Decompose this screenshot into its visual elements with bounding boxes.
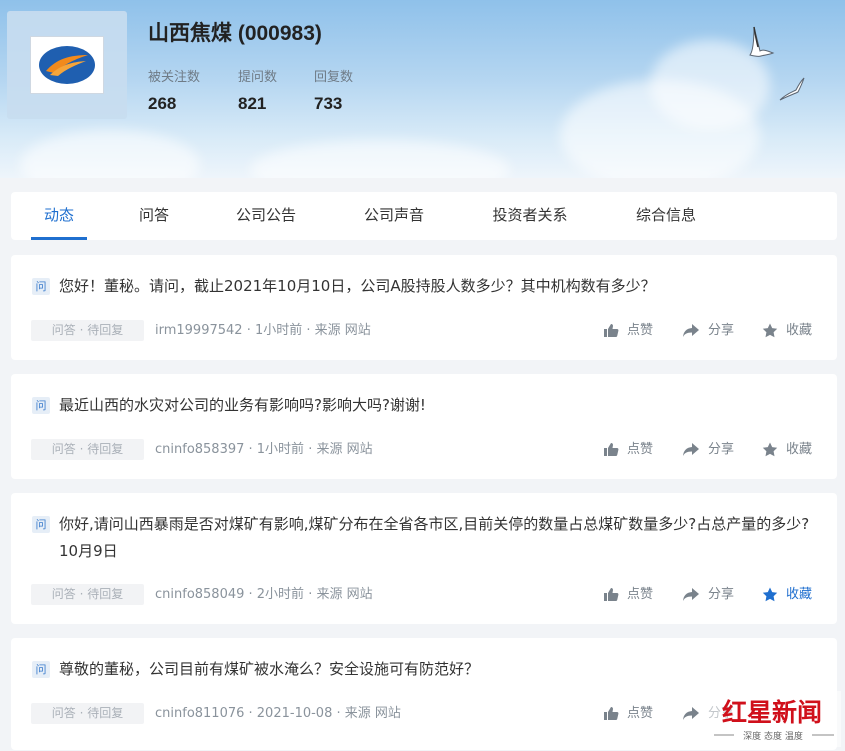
company-logo bbox=[7, 11, 127, 119]
stat-replies: 回复数 733 bbox=[314, 66, 353, 114]
share-label: 分享 bbox=[708, 587, 735, 602]
status-badge: 问答 · 待回复 bbox=[31, 584, 144, 605]
share-arrow-icon bbox=[683, 443, 699, 456]
stat-value: 733 bbox=[314, 94, 343, 113]
news-watermark-logo: 红星新闻 深度 态度 温度 bbox=[706, 691, 841, 747]
stat-label: 被关注数 bbox=[148, 70, 201, 85]
tab-general-info[interactable]: 综合信息 bbox=[629, 192, 703, 240]
share-label: 分享 bbox=[708, 323, 735, 338]
share-label: 分享 bbox=[708, 442, 735, 457]
tab-updates[interactable]: 动态 bbox=[31, 192, 87, 240]
question-meta: cninfo811076 · 2021-10-08 · 来源 网站 bbox=[155, 706, 401, 721]
star-icon bbox=[762, 323, 778, 338]
stat-label: 回复数 bbox=[314, 70, 354, 85]
tab-qa[interactable]: 问答 bbox=[129, 192, 179, 240]
like-label: 点赞 bbox=[627, 706, 654, 721]
share-arrow-icon bbox=[683, 707, 699, 720]
question-meta: cninfo858049 · 2小时前 · 来源 网站 bbox=[155, 587, 373, 602]
favorite-button[interactable]: 收藏 bbox=[762, 439, 812, 460]
like-label: 点赞 bbox=[627, 587, 654, 602]
company-name: 山西焦煤 (000983) bbox=[148, 22, 322, 45]
status-badge: 问答 · 待回复 bbox=[31, 439, 144, 460]
like-label: 点赞 bbox=[627, 323, 654, 338]
stat-followers: 被关注数 268 bbox=[148, 66, 200, 114]
question-card: 问 您好！董秘。请问，截止2021年10月10日，公司A股持股人数多少？其中机构… bbox=[11, 255, 837, 360]
thumbs-up-icon bbox=[604, 324, 619, 337]
tab-bar: 动态 问答 公司公告 公司声音 投资者关系 综合信息 bbox=[11, 192, 837, 240]
tab-company-voice[interactable]: 公司声音 bbox=[357, 192, 431, 240]
stat-label: 提问数 bbox=[238, 70, 278, 85]
stat-questions: 提问数 821 bbox=[238, 66, 277, 114]
like-button[interactable]: 点赞 bbox=[603, 320, 653, 341]
stat-value: 268 bbox=[148, 94, 177, 113]
question-badge: 问 bbox=[32, 397, 50, 414]
favorite-label: 收藏 bbox=[786, 587, 813, 602]
star-icon bbox=[762, 442, 778, 457]
favorite-button[interactable]: 收藏 bbox=[762, 320, 812, 341]
status-badge: 问答 · 待回复 bbox=[31, 320, 144, 341]
like-button[interactable]: 点赞 bbox=[603, 584, 653, 605]
like-label: 点赞 bbox=[627, 442, 654, 457]
cloud-decoration bbox=[20, 130, 200, 178]
cloud-decoration bbox=[250, 140, 510, 178]
seagull-icon bbox=[749, 26, 775, 57]
question-meta: irm19997542 · 1小时前 · 来源 网站 bbox=[155, 323, 371, 338]
watermark-subtitle: 深度 态度 温度 bbox=[743, 730, 803, 742]
watermark-title: 红星新闻 bbox=[722, 698, 822, 727]
question-text[interactable]: 您好！董秘。请问，截止2021年10月10日，公司A股持股人数多少？其中机构数有… bbox=[59, 273, 823, 300]
question-badge: 问 bbox=[32, 661, 50, 678]
question-card: 问 最近山西的水灾对公司的业务有影响吗?影响大吗?谢谢! 问答 · 待回复 cn… bbox=[11, 374, 837, 479]
thumbs-up-icon bbox=[604, 443, 619, 456]
company-logo-frame bbox=[30, 36, 104, 94]
star-filled-icon bbox=[762, 587, 778, 602]
question-badge: 问 bbox=[32, 516, 50, 533]
stat-value: 821 bbox=[238, 94, 267, 113]
thumbs-up-icon bbox=[604, 707, 619, 720]
company-logo-icon bbox=[39, 46, 95, 84]
share-arrow-icon bbox=[683, 588, 699, 601]
share-arrow-icon bbox=[683, 324, 699, 337]
like-button[interactable]: 点赞 bbox=[603, 439, 653, 460]
tab-investor-relations[interactable]: 投资者关系 bbox=[485, 192, 575, 240]
favorite-label: 收藏 bbox=[786, 442, 813, 457]
question-text[interactable]: 你好,请问山西暴雨是否对煤矿有影响,煤矿分布在全省各市区,目前关停的数量占总煤矿… bbox=[59, 511, 823, 565]
question-badge: 问 bbox=[32, 278, 50, 295]
status-badge: 问答 · 待回复 bbox=[31, 703, 144, 724]
question-card: 问 你好,请问山西暴雨是否对煤矿有影响,煤矿分布在全省各市区,目前关停的数量占总… bbox=[11, 493, 837, 624]
share-button[interactable]: 分享 bbox=[682, 320, 734, 341]
thumbs-up-icon bbox=[604, 588, 619, 601]
question-text[interactable]: 最近山西的水灾对公司的业务有影响吗?影响大吗?谢谢! bbox=[59, 392, 823, 419]
seagull-icon bbox=[779, 77, 805, 101]
tab-announcements[interactable]: 公司公告 bbox=[229, 192, 303, 240]
share-button[interactable]: 分享 bbox=[682, 439, 734, 460]
question-text[interactable]: 尊敬的董秘，公司目前有煤矿被水淹么？安全设施可有防范好？ bbox=[59, 656, 823, 683]
share-button[interactable]: 分享 bbox=[682, 584, 734, 605]
favorite-label: 收藏 bbox=[786, 323, 813, 338]
like-button[interactable]: 点赞 bbox=[603, 703, 653, 724]
company-banner: 山西焦煤 (000983) 被关注数 268 提问数 821 回复数 733 bbox=[0, 0, 845, 178]
favorite-button-active[interactable]: 收藏 bbox=[762, 584, 812, 605]
question-meta: cninfo858397 · 1小时前 · 来源 网站 bbox=[155, 442, 373, 457]
